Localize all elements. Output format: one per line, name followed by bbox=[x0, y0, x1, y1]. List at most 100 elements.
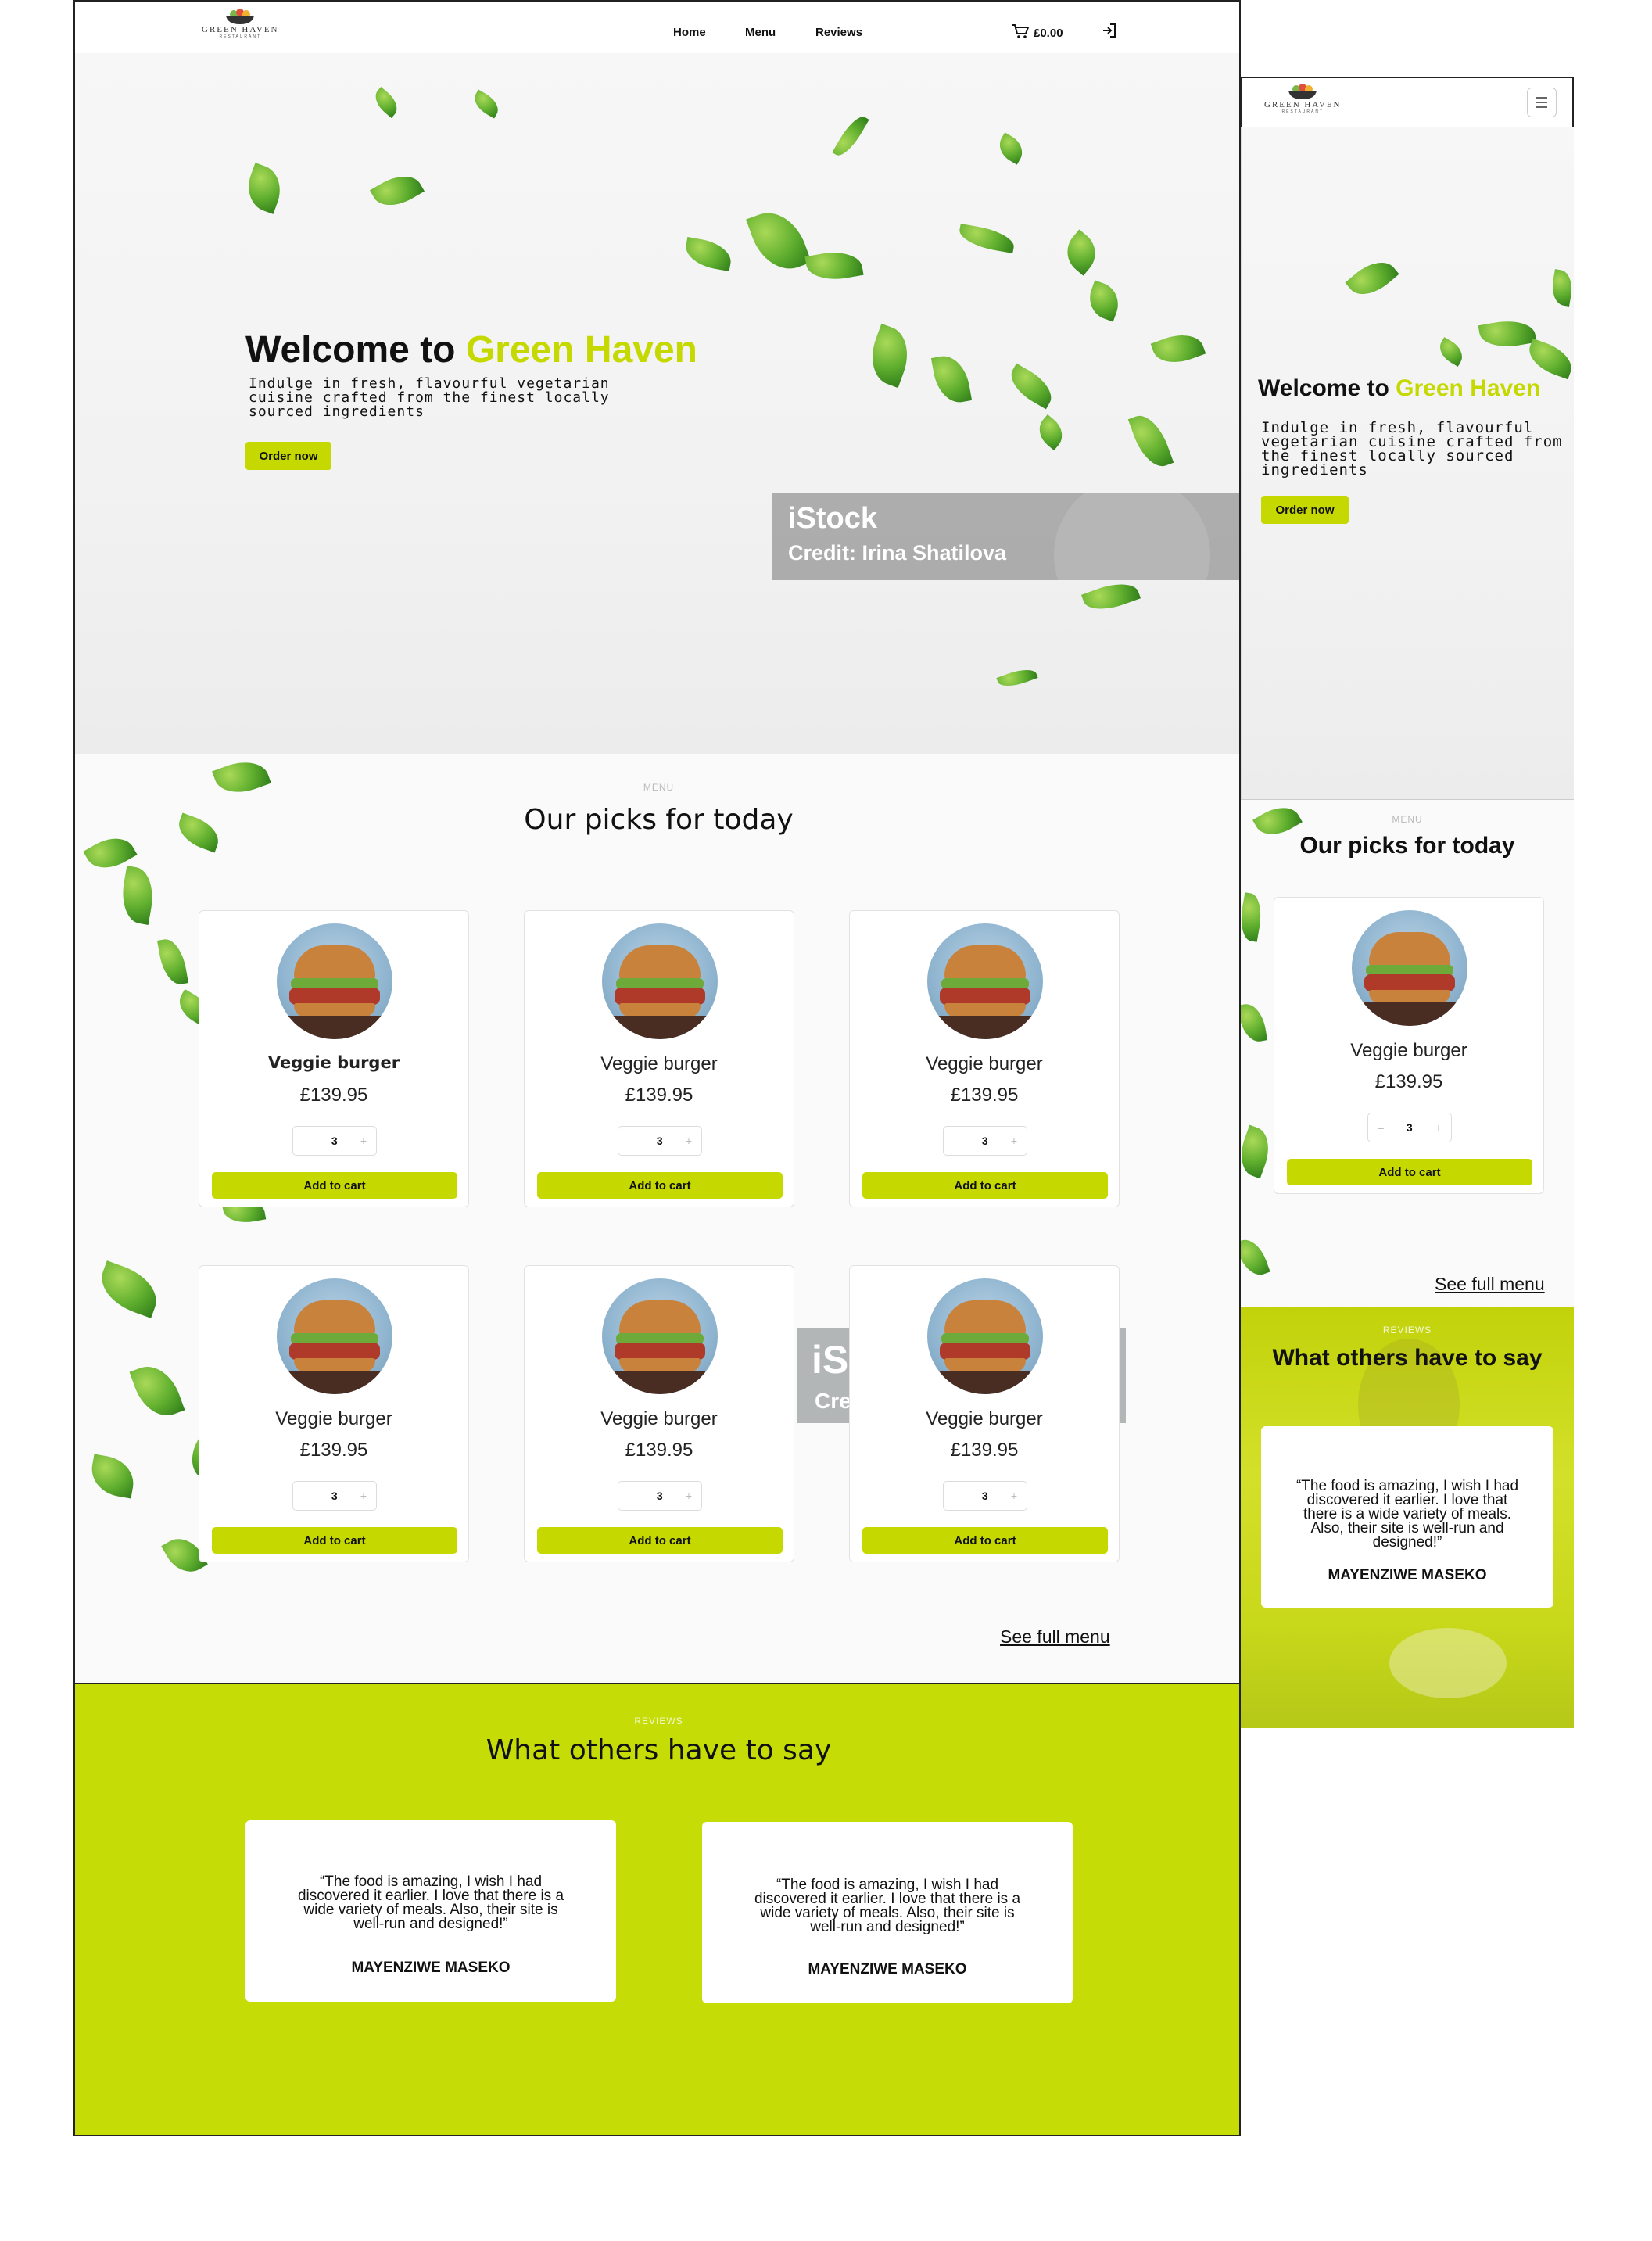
mobile-frame: GREEN HAVEN RESTAURANT Welcome to Green … bbox=[1241, 77, 1574, 1728]
quantity-value: 3 bbox=[981, 1490, 988, 1502]
menu-card: Veggie burger £139.95 – 3 + Add to cart bbox=[199, 910, 469, 1207]
leaf-decoration bbox=[862, 323, 917, 389]
top-nav: GREEN HAVEN RESTAURANT Home Menu Reviews… bbox=[75, 2, 1239, 53]
leaf-decoration bbox=[93, 1260, 165, 1318]
review-author: MAYENZIWE MASEKO bbox=[808, 1961, 967, 1977]
leaf-decoration bbox=[1084, 280, 1124, 322]
add-to-cart-button[interactable]: Add to cart bbox=[862, 1527, 1108, 1554]
brand-tagline: RESTAURANT bbox=[1281, 109, 1324, 114]
hero-title: Welcome to Green Haven bbox=[1258, 375, 1541, 401]
leaf-decoration bbox=[1435, 337, 1467, 367]
item-name: Veggie burger bbox=[275, 1408, 392, 1429]
increment-button[interactable]: + bbox=[1011, 1490, 1017, 1502]
leaf-decoration bbox=[683, 237, 734, 271]
burger-image bbox=[277, 1278, 392, 1394]
increment-button[interactable]: + bbox=[360, 1490, 367, 1502]
cart-button[interactable]: £0.00 bbox=[1012, 23, 1063, 43]
see-full-menu-link[interactable]: See full menu bbox=[1000, 1626, 1110, 1648]
leaf-decoration bbox=[1241, 1001, 1268, 1045]
item-name: Veggie burger bbox=[600, 1408, 718, 1429]
leaf-decoration bbox=[212, 753, 271, 801]
nav-home[interactable]: Home bbox=[673, 26, 706, 39]
add-to-cart-button[interactable]: Add to cart bbox=[862, 1172, 1108, 1199]
leaf-decoration bbox=[832, 112, 869, 160]
brand-logo[interactable]: GREEN HAVEN RESTAURANT bbox=[1264, 83, 1342, 114]
login-icon[interactable] bbox=[1101, 22, 1118, 43]
quantity-stepper[interactable]: – 3 + bbox=[292, 1126, 377, 1156]
quantity-stepper[interactable]: – 3 + bbox=[1367, 1113, 1452, 1142]
reviews-title: What others have to say bbox=[1272, 1345, 1543, 1371]
quantity-stepper[interactable]: – 3 + bbox=[618, 1126, 702, 1156]
leaf-decoration bbox=[957, 223, 1016, 254]
burger-image bbox=[1352, 910, 1467, 1026]
add-to-cart-button[interactable]: Add to cart bbox=[212, 1527, 457, 1554]
add-to-cart-button[interactable]: Add to cart bbox=[537, 1527, 783, 1554]
nav-menu[interactable]: Menu bbox=[745, 26, 776, 39]
review-quote: “The food is amazing, I wish I had disco… bbox=[754, 1877, 1021, 1935]
quantity-stepper[interactable]: – 3 + bbox=[943, 1126, 1027, 1156]
item-price: £139.95 bbox=[950, 1440, 1019, 1461]
item-price: £139.95 bbox=[299, 1440, 368, 1461]
menu-card: Veggie burger £139.95 – 3 + Add to cart bbox=[849, 1265, 1120, 1562]
leaf-decoration bbox=[370, 87, 403, 118]
leaf-decoration bbox=[1523, 338, 1574, 380]
mobile-reviews-section: REVIEWS What others have to say “The foo… bbox=[1241, 1307, 1574, 1728]
burger-image bbox=[927, 923, 1043, 1039]
decrement-button[interactable]: – bbox=[953, 1490, 959, 1502]
reviews-title: What others have to say bbox=[486, 1734, 832, 1766]
decrement-button[interactable]: – bbox=[953, 1135, 959, 1147]
order-now-button[interactable]: Order now bbox=[1261, 496, 1349, 524]
leaf-decoration bbox=[930, 352, 973, 407]
decrement-button[interactable]: – bbox=[1378, 1121, 1384, 1134]
brand-name: GREEN HAVEN bbox=[202, 25, 279, 34]
increment-button[interactable]: + bbox=[1011, 1135, 1017, 1147]
brand-logo[interactable]: GREEN HAVEN RESTAURANT bbox=[202, 8, 279, 39]
quantity-stepper[interactable]: – 3 + bbox=[292, 1481, 377, 1511]
hero-subtitle: Indulge in fresh, flavourful vegetarian … bbox=[1261, 419, 1563, 479]
review-author: MAYENZIWE MASEKO bbox=[351, 1960, 511, 1976]
cart-icon bbox=[1012, 23, 1030, 43]
see-full-menu-link[interactable]: See full menu bbox=[1435, 1274, 1545, 1295]
increment-button[interactable]: + bbox=[686, 1490, 692, 1502]
item-price: £139.95 bbox=[299, 1085, 368, 1106]
leaf-decoration bbox=[1241, 1235, 1270, 1280]
leaf-decoration bbox=[241, 163, 288, 214]
decrement-button[interactable]: – bbox=[303, 1135, 309, 1147]
menu-kicker: MENU bbox=[1392, 814, 1423, 825]
order-now-button[interactable]: Order now bbox=[245, 442, 331, 470]
leaf-decoration bbox=[370, 167, 425, 215]
review-quote: “The food is amazing, I wish I had disco… bbox=[297, 1873, 564, 1932]
mobile-hero: Welcome to Green Haven Indulge in fresh,… bbox=[1241, 127, 1574, 799]
hero-subtitle: Indulge in fresh, flavourful vegetarian … bbox=[249, 375, 610, 420]
increment-button[interactable]: + bbox=[686, 1135, 692, 1147]
leaf-decoration bbox=[117, 866, 158, 925]
reviews-kicker: REVIEWS bbox=[1382, 1325, 1432, 1336]
hamburger-icon[interactable] bbox=[1527, 88, 1557, 117]
decrement-button[interactable]: – bbox=[628, 1135, 634, 1147]
leaf-decoration bbox=[1241, 892, 1266, 942]
hero-title: Welcome to Green Haven bbox=[245, 329, 697, 371]
increment-button[interactable]: + bbox=[1435, 1121, 1442, 1134]
add-to-cart-button[interactable]: Add to cart bbox=[537, 1172, 783, 1199]
decrement-button[interactable]: – bbox=[303, 1490, 309, 1502]
leaf-decoration bbox=[994, 132, 1028, 165]
quantity-stepper[interactable]: – 3 + bbox=[943, 1481, 1027, 1511]
add-to-cart-button[interactable]: Add to cart bbox=[1287, 1159, 1532, 1185]
decrement-button[interactable]: – bbox=[628, 1490, 634, 1502]
quantity-value: 3 bbox=[981, 1135, 988, 1147]
leaf-decoration bbox=[1080, 575, 1141, 618]
menu-section: MENU Our picks for today iS Cre Veggie b… bbox=[75, 753, 1239, 1683]
item-name: Veggie burger bbox=[600, 1053, 718, 1074]
quantity-stepper[interactable]: – 3 + bbox=[618, 1481, 702, 1511]
item-price: £139.95 bbox=[625, 1440, 693, 1461]
leaf-decoration bbox=[1241, 1124, 1277, 1179]
review-author: MAYENZIWE MASEKO bbox=[1328, 1567, 1487, 1583]
leaf-decoration bbox=[996, 664, 1038, 692]
menu-card: Veggie burger £139.95 – 3 + Add to cart bbox=[1274, 897, 1544, 1194]
leaf-decoration bbox=[469, 89, 503, 119]
add-to-cart-button[interactable]: Add to cart bbox=[212, 1172, 457, 1199]
leaf-decoration bbox=[1345, 252, 1399, 305]
increment-button[interactable]: + bbox=[360, 1135, 367, 1147]
nav-reviews[interactable]: Reviews bbox=[815, 26, 862, 39]
burger-image bbox=[927, 1278, 1043, 1394]
